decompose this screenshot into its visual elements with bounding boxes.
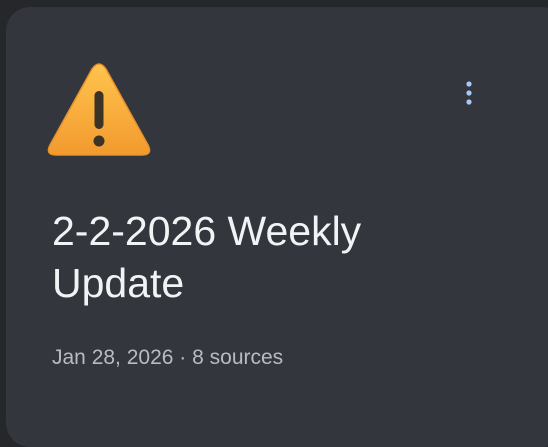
notebook-meta: Jan 28, 2026 · 8 sources	[52, 344, 283, 372]
notebook-date: Jan 28, 2026	[52, 346, 174, 369]
more-vert-icon	[465, 80, 473, 111]
notebook-source-count: 8 sources	[192, 346, 284, 369]
notebook-card[interactable]: 2-2-2026 Weekly Update Jan 28, 2026 · 8 …	[6, 7, 548, 447]
more-options-button[interactable]	[452, 75, 486, 115]
warning-icon	[44, 61, 154, 161]
notebook-title: 2-2-2026 Weekly Update	[52, 208, 362, 306]
meta-separator: ·	[179, 346, 187, 369]
